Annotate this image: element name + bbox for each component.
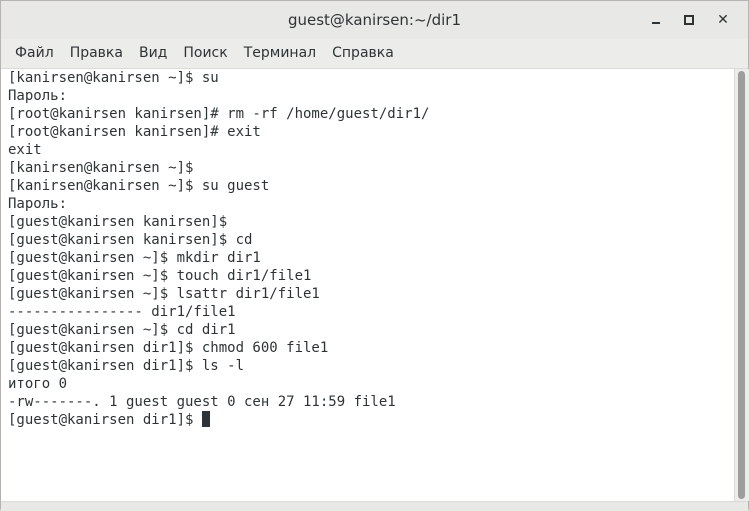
title-bar[interactable]: guest@kanirsen:~/dir1 ✕ xyxy=(1,1,748,40)
terminal-line: [root@kanirsen kanirsen]# exit xyxy=(8,124,261,140)
terminal-prompt-line[interactable]: [guest@kanirsen dir1]$ xyxy=(8,411,734,429)
menu-edit[interactable]: Правка xyxy=(62,39,131,68)
terminal-line: [guest@kanirsen ~]$ mkdir dir1 xyxy=(8,250,261,266)
maximize-icon xyxy=(684,15,694,25)
menu-view[interactable]: Вид xyxy=(131,39,175,68)
menu-help[interactable]: Справка xyxy=(324,39,402,68)
menu-search[interactable]: Поиск xyxy=(175,39,235,68)
maximize-button[interactable] xyxy=(679,10,699,30)
menu-file[interactable]: Файл xyxy=(7,39,62,68)
terminal-line: итого 0 xyxy=(8,376,68,392)
close-icon: ✕ xyxy=(717,12,729,28)
minimize-button[interactable] xyxy=(646,10,666,30)
scrollbar-thumb[interactable] xyxy=(738,71,745,499)
terminal-output[interactable]: [kanirsen@kanirsen ~]$ su Пароль: [root@… xyxy=(1,69,734,501)
vertical-scrollbar[interactable] xyxy=(734,69,749,501)
text-cursor xyxy=(201,411,210,427)
terminal-window: guest@kanirsen:~/dir1 ✕ Файл Правка Вид … xyxy=(0,0,749,511)
terminal-line: [kanirsen@kanirsen ~]$ su guest xyxy=(8,178,270,194)
terminal-line: -rw-------. 1 guest guest 0 сен 27 11:59… xyxy=(8,394,396,410)
minimize-icon xyxy=(652,22,660,24)
terminal-line: [kanirsen@kanirsen ~]$ su xyxy=(8,70,219,86)
menu-terminal[interactable]: Терминал xyxy=(236,39,324,68)
terminal-prompt: [guest@kanirsen dir1]$ xyxy=(8,412,202,428)
terminal-line: [guest@kanirsen dir1]$ ls -l xyxy=(8,358,245,374)
terminal-line: [kanirsen@kanirsen ~]$ xyxy=(8,160,194,176)
menu-bar: Файл Правка Вид Поиск Терминал Справка xyxy=(1,39,748,69)
terminal-line: exit xyxy=(8,142,42,158)
terminal-line: [root@kanirsen kanirsen]# rm -rf /home/g… xyxy=(8,106,430,122)
terminal-line: [guest@kanirsen ~]$ touch dir1/file1 xyxy=(8,268,312,284)
terminal-line: [guest@kanirsen ~]$ cd dir1 xyxy=(8,322,236,338)
terminal-line: [guest@kanirsen kanirsen]$ xyxy=(8,214,228,230)
terminal-line: [guest@kanirsen dir1]$ chmod 600 file1 xyxy=(8,340,329,356)
terminal-line: Пароль: xyxy=(8,196,68,212)
terminal-line: ---------------- dir1/file1 xyxy=(8,304,236,320)
window-title: guest@kanirsen:~/dir1 xyxy=(287,11,462,29)
terminal-line: [guest@kanirsen ~]$ lsattr dir1/file1 xyxy=(8,286,320,302)
terminal-line: Пароль: xyxy=(8,88,68,104)
window-bottom-edge xyxy=(1,501,748,511)
terminal-line: [guest@kanirsen kanirsen]$ cd xyxy=(8,232,253,248)
close-button[interactable]: ✕ xyxy=(713,10,733,30)
terminal-lines: [kanirsen@kanirsen ~]$ su Пароль: [root@… xyxy=(1,69,734,429)
